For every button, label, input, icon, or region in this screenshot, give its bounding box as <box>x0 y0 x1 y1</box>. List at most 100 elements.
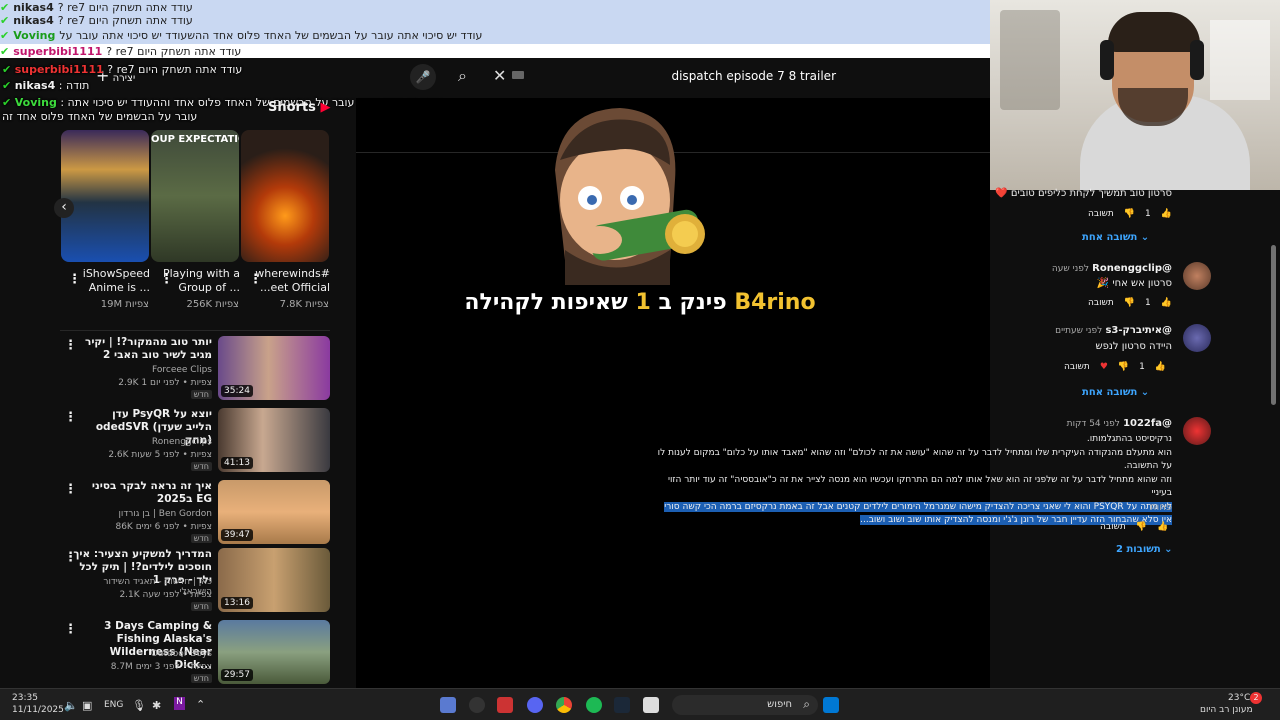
like-icon[interactable]: 👍 <box>1161 209 1172 219</box>
clock-date[interactable]: 11/11/2025 <box>12 705 64 715</box>
weather-temp[interactable]: 23°C <box>1228 693 1250 703</box>
video-thumbnail[interactable]: 39:47 <box>218 480 330 544</box>
comment-header: @איתיברק-s3 לפני שעתיים <box>1055 325 1172 336</box>
creator-heart-icon: ♥ <box>1099 362 1108 372</box>
taskbar-search[interactable]: חיפוש ⌕ <box>672 695 818 715</box>
dislike-icon[interactable]: 👎 <box>1136 522 1147 532</box>
voice-search-button[interactable]: 🎤 <box>410 64 436 90</box>
app-icon[interactable] <box>497 697 513 713</box>
file-explorer-icon[interactable] <box>643 697 659 713</box>
comment-text: סרטון אש אחי 🎉 <box>1096 278 1172 289</box>
more-options-icon[interactable]: ⋮ <box>160 272 173 287</box>
steam-icon[interactable] <box>614 697 630 713</box>
more-options-icon[interactable]: ⋮ <box>64 550 77 565</box>
video-item[interactable]: 29:57 3 Days Camping & Fishing Alaska's … <box>60 620 330 686</box>
spotify-icon[interactable] <box>586 697 602 713</box>
chevron-up-icon[interactable]: ⌃ <box>196 698 205 711</box>
weather-desc[interactable]: מעונן רב היום <box>1200 705 1253 715</box>
stream-overlay-text: B4rino פינק ב 1 שאיפות לקהילה <box>464 290 816 315</box>
network-icon[interactable]: ▣ <box>82 699 92 712</box>
chat-message: ✔ superbibi1111 ? re7 עודד אתה תשחק היום <box>2 63 243 76</box>
more-options-icon[interactable]: ⋮ <box>64 338 77 353</box>
video-thumbnail[interactable]: 41:13 <box>218 408 330 472</box>
chat-message: ✔ nikas4 : תודה <box>2 79 90 92</box>
snipping-tool-icon[interactable] <box>440 697 456 713</box>
language-indicator[interactable]: ENG <box>104 700 123 710</box>
video-item[interactable]: 39:47 איך זה נראה לבקר בסיני ב2025 EG בן… <box>60 480 330 546</box>
short-thumbnail[interactable]: OUP EXPECTATIO <box>151 130 239 262</box>
comment-text: היידה סרטון לנפש <box>1095 341 1172 352</box>
avatar[interactable] <box>1183 324 1211 352</box>
comment-text: סרטון טוב תמשיך לקחת כליפים טובים ❤️ <box>995 188 1172 199</box>
reply-button[interactable]: תשובה <box>1088 209 1114 219</box>
windows-start-icon[interactable] <box>823 697 839 713</box>
reply-button[interactable]: תשובה <box>1088 298 1114 308</box>
show-replies-button[interactable]: תשובה אחת ⌄ <box>1082 232 1149 243</box>
show-less-link[interactable]: פחות <box>1150 502 1172 513</box>
chat-message: ✔ superbibi1111? re7 עודד אתה תשחק היום <box>0 44 990 58</box>
short-views: 256K צפיות <box>186 299 239 310</box>
clear-search-icon[interactable]: ✕ <box>493 66 506 85</box>
like-icon[interactable]: 👍 <box>1155 362 1166 372</box>
comment-text: נרקיסיסט בהתגלמותו. הוא מתעלם מהנקודה הע… <box>657 434 1172 525</box>
show-replies-button[interactable]: 2 תשובות ⌄ <box>1116 544 1173 555</box>
chat-overlay-top: ✔ nikas4? re7 עודד אתה תשחק היום ✔ nikas4?… <box>0 0 990 58</box>
comment-actions: תשובה 👎 1 👍 <box>1088 209 1172 219</box>
avatar[interactable] <box>1183 262 1211 290</box>
search-icon: ⌕ <box>803 697 810 711</box>
short-title[interactable]: Playing with a Group of ... <box>144 267 240 295</box>
webcam-feed <box>990 0 1280 190</box>
video-item[interactable]: 35:24 יותר טוב מהמקור?! | יקיר מגיב לשיר… <box>60 336 330 402</box>
chat-message: ✔ nikas4? re7 עודד אתה תשחק היום <box>0 14 193 27</box>
shorts-section-title: Shorts ▶ <box>268 100 331 115</box>
short-thumbnail[interactable] <box>241 130 329 262</box>
like-icon[interactable]: 👍 <box>1161 298 1172 308</box>
streamer-avatar-cartoon <box>555 108 705 285</box>
short-thumbnail[interactable] <box>61 130 149 262</box>
chevron-down-icon: ⌄ <box>1140 387 1150 398</box>
keyboard-icon[interactable] <box>512 71 524 79</box>
notification-badge[interactable]: 2 <box>1250 692 1262 704</box>
chrome-icon[interactable] <box>556 697 572 713</box>
scrollbar[interactable] <box>1271 245 1276 405</box>
dislike-icon[interactable]: 👎 <box>1124 298 1135 308</box>
avatar[interactable] <box>1183 417 1211 445</box>
chevron-left-icon: ‹ <box>61 199 67 215</box>
bluetooth-icon[interactable]: ✱ <box>152 699 161 712</box>
mic-tray-icon[interactable]: 🎙 <box>132 699 146 712</box>
more-options-icon[interactable]: ⋮ <box>68 272 81 287</box>
discord-icon[interactable] <box>527 697 543 713</box>
chat-message: עובר על הבשמים של האחד פלוס אחד זה <box>2 110 198 123</box>
video-thumbnail[interactable]: 13:16 <box>218 548 330 612</box>
short-views: 7.8K צפיות <box>279 299 329 310</box>
carousel-prev-button[interactable]: ‹ <box>54 198 74 218</box>
reply-button[interactable]: תשובה <box>1100 522 1126 532</box>
obs-icon[interactable] <box>469 697 485 713</box>
more-options-icon[interactable]: ⋮ <box>64 482 77 497</box>
more-options-icon[interactable]: ⋮ <box>64 410 77 425</box>
shorts-logo-icon: ▶ <box>320 100 331 115</box>
dislike-icon[interactable]: 👎 <box>1118 362 1129 372</box>
video-thumbnail[interactable]: 29:57 <box>218 620 330 684</box>
reply-button[interactable]: תשובה <box>1064 362 1090 372</box>
speaker-icon[interactable]: 🔈 <box>64 699 78 712</box>
comment-actions: תשובה 👎 👍 <box>1100 522 1168 532</box>
dislike-icon[interactable]: 👎 <box>1124 209 1135 219</box>
show-replies-button[interactable]: תשובה אחת ⌄ <box>1082 387 1149 398</box>
video-item[interactable]: 13:16 המדריך למשקיע הצעיר: איך חוסכים לי… <box>60 548 330 614</box>
clock-time[interactable]: 23:35 <box>12 693 38 703</box>
more-options-icon[interactable]: ⋮ <box>64 622 77 637</box>
chevron-down-icon: ⌄ <box>1164 544 1173 555</box>
comment-header: @Ronenggclip לפני שעה <box>1051 263 1172 274</box>
onenote-icon[interactable]: N <box>174 697 185 710</box>
like-icon[interactable]: 👍 <box>1157 522 1168 532</box>
video-thumbnail[interactable]: 35:24 <box>218 336 330 400</box>
more-options-icon[interactable]: ⋮ <box>249 272 262 287</box>
comment-actions: תשובה ♥ 👎 1 👍 <box>1064 362 1167 372</box>
search-icon[interactable]: ⌕ <box>458 66 467 86</box>
short-views: 19M צפיות <box>100 299 149 310</box>
microphone-icon: 🎤 <box>415 70 431 84</box>
comment-header: @1022fa לפני 54 דקות <box>1066 418 1172 429</box>
video-item[interactable]: 41:13 עדן PsyQR יוצא על odedSVR (הלייב ש… <box>60 408 330 474</box>
comment-actions: תשובה 👎 1 👍 <box>1088 298 1172 308</box>
